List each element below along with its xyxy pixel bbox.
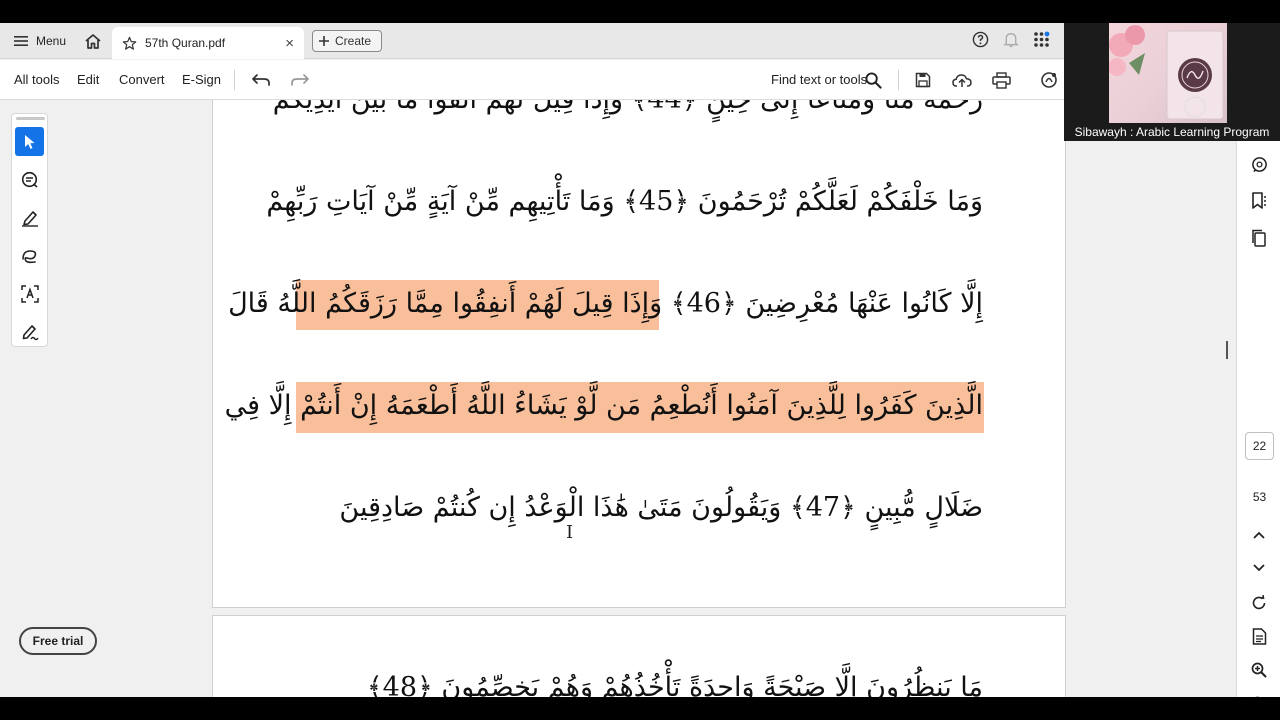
toolbar-divider xyxy=(898,70,899,90)
free-trial-button[interactable]: Free trial xyxy=(19,627,97,655)
ayah-line: وَمَا خَلْفَكُمْ لَعَلَّكُمْ تُرْحَمُونَ… xyxy=(266,186,983,217)
ayah-line: مَا يَنظُرُونَ إِلَّا صَيْحَةً وَاحِدَةً… xyxy=(366,672,983,697)
select-icon xyxy=(24,134,34,149)
comment-panel-icon xyxy=(1251,156,1267,172)
right-panel-rail: 22 53 xyxy=(1236,141,1280,697)
all-tools-button[interactable]: All tools xyxy=(14,72,60,87)
convert-button[interactable]: Convert xyxy=(119,72,165,87)
tabbar-right-icons xyxy=(972,31,1050,48)
panel-drag-handle[interactable] xyxy=(16,117,45,120)
save-button[interactable] xyxy=(912,69,934,91)
total-pages-label: 53 xyxy=(1252,490,1267,504)
undo-button[interactable] xyxy=(250,69,272,91)
bookmarks-panel-button[interactable] xyxy=(1247,189,1271,213)
quick-tools-panel xyxy=(11,113,48,347)
acrobat-window: Menu 57th Quran.pdf × Create All tools E… xyxy=(0,23,1280,697)
ai-assistant-icon xyxy=(1041,72,1057,88)
main-toolbar: All tools Edit Convert E-Sign Find text … xyxy=(0,60,1064,100)
tab-title: 57th Quran.pdf xyxy=(145,36,226,50)
draw-icon xyxy=(21,249,36,263)
redo-button[interactable] xyxy=(289,69,311,91)
pdf-page[interactable]: مَا يَنظُرُونَ إِلَّا صَيْحَةً وَاحِدَةً… xyxy=(212,615,1066,697)
close-tab-icon[interactable]: × xyxy=(285,35,294,52)
menu-button[interactable]: Menu xyxy=(8,29,72,53)
zoom-out-icon xyxy=(1255,696,1260,697)
sign-tool-button[interactable] xyxy=(15,317,44,346)
home-button[interactable] xyxy=(80,29,106,53)
chevron-down-icon xyxy=(1253,564,1265,572)
pdf-page[interactable]: رَحْمَةً مِّنَّا وَمَتَاعًا إِلَىٰ حِينٍ… xyxy=(212,100,1066,608)
participant-name-label: Sibawayh : Arabic Learning Program xyxy=(1074,125,1270,139)
rotate-button[interactable] xyxy=(1247,591,1271,615)
comment-icon xyxy=(21,171,38,188)
ayah-line: ضَلَالٍ مُّبِينٍ ﴿47﴾ وَيَقُولُونَ مَتَى… xyxy=(339,492,983,523)
bookmark-icon xyxy=(1252,192,1266,209)
search-icon xyxy=(864,71,882,89)
scrollbar-thumb[interactable] xyxy=(1226,341,1228,359)
bell-icon[interactable] xyxy=(1003,31,1019,48)
text-cursor-icon: I xyxy=(566,522,574,543)
zoom-in-icon xyxy=(1251,662,1267,678)
current-page-input[interactable]: 22 xyxy=(1245,432,1274,460)
upload-cloud-button[interactable] xyxy=(951,69,973,91)
ayah-line: إِلَّا كَانُوا عَنْهَا مُعْرِضِينَ ﴿46﴾ … xyxy=(228,288,983,319)
undo-icon xyxy=(252,74,270,86)
star-icon[interactable] xyxy=(122,36,137,51)
flower-decoration-image xyxy=(1109,25,1224,120)
comment-tool-button[interactable] xyxy=(15,165,44,194)
comments-panel-button[interactable] xyxy=(1247,152,1271,176)
ai-assistant-button[interactable] xyxy=(1038,69,1060,91)
save-icon xyxy=(915,72,931,88)
toolbar-divider xyxy=(234,70,235,90)
esign-button[interactable]: E-Sign xyxy=(182,72,221,87)
upload-cloud-icon xyxy=(952,74,972,87)
rotate-icon xyxy=(1252,595,1266,610)
apps-grid-icon[interactable] xyxy=(1033,31,1050,48)
participant-video-feed xyxy=(1109,23,1227,123)
page-scan-button[interactable] xyxy=(1247,624,1271,648)
next-page-button[interactable] xyxy=(1247,556,1271,580)
sign-icon xyxy=(22,324,39,340)
highlight-tool-button[interactable] xyxy=(15,203,44,232)
zoom-in-button[interactable] xyxy=(1247,658,1271,682)
page-document-icon xyxy=(1252,627,1266,645)
menu-label: Menu xyxy=(36,34,67,48)
create-label: Create xyxy=(335,34,372,48)
highlight-pen-icon xyxy=(21,210,38,227)
draw-tool-button[interactable] xyxy=(15,241,44,270)
screen-frame: Menu 57th Quran.pdf × Create All tools E… xyxy=(0,0,1280,720)
ayah-line: الَّذِينَ كَفَرُوا لِلَّذِينَ آمَنُوا أَ… xyxy=(224,390,983,421)
home-icon xyxy=(85,34,101,49)
previous-page-button[interactable] xyxy=(1247,523,1271,547)
pages-panel-button[interactable] xyxy=(1247,226,1271,250)
search-button[interactable] xyxy=(862,69,884,91)
find-text-button[interactable]: Find text or tools xyxy=(771,72,867,87)
copy-pages-icon xyxy=(1252,229,1266,247)
redo-icon xyxy=(291,74,309,86)
create-button[interactable]: Create xyxy=(312,30,383,52)
tab-document[interactable]: 57th Quran.pdf × xyxy=(112,27,304,59)
chevron-up-icon xyxy=(1253,531,1265,539)
plus-icon xyxy=(319,36,329,46)
select-tool-button[interactable] xyxy=(15,127,44,156)
video-participant-tile[interactable]: Sibawayh : Arabic Learning Program xyxy=(1064,23,1280,141)
zoom-out-button[interactable] xyxy=(1247,692,1271,697)
help-icon[interactable] xyxy=(972,31,989,48)
ayah-line: رَحْمَةً مِّنَّا وَمَتَاعًا إِلَىٰ حِينٍ… xyxy=(273,100,983,115)
text-recognize-icon xyxy=(20,284,39,303)
hamburger-icon xyxy=(14,36,28,46)
tab-bar: Menu 57th Quran.pdf × Create xyxy=(0,23,1064,59)
edit-button[interactable]: Edit xyxy=(77,72,99,87)
print-button[interactable] xyxy=(990,69,1012,91)
printer-icon xyxy=(991,71,1011,89)
text-recognize-tool-button[interactable] xyxy=(15,279,44,308)
